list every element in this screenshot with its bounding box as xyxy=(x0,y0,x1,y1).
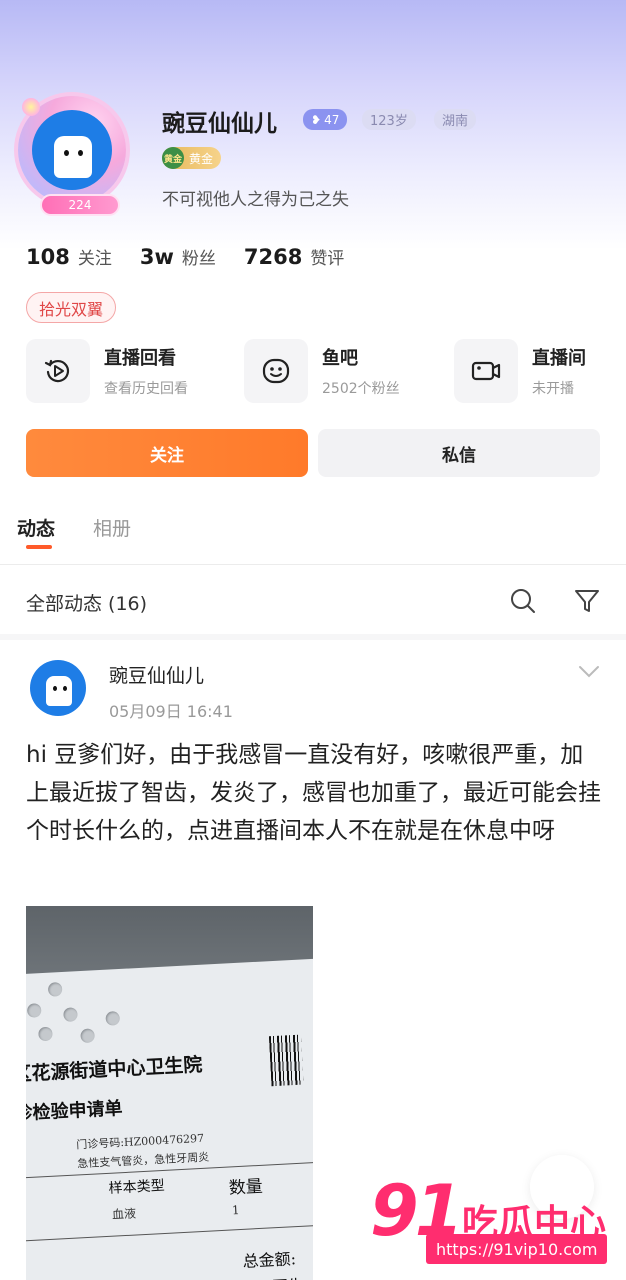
document-col-sample: 样本类型 xyxy=(108,1177,166,1197)
follow-button[interactable]: 关注 xyxy=(26,429,308,477)
document-sample: 血液 xyxy=(111,1206,137,1222)
document-col-qty: 数量 xyxy=(228,1176,264,1199)
feed-filter-title: 全部动态 (16) xyxy=(26,593,148,615)
search-icon[interactable] xyxy=(508,586,538,616)
tab-feed[interactable]: 动态 xyxy=(17,514,55,541)
rank-label: 黄金 xyxy=(189,151,214,166)
feature-title: 直播间 xyxy=(532,348,586,369)
tab-album[interactable]: 相册 xyxy=(93,514,131,541)
stat-label: 粉丝 xyxy=(181,249,216,269)
profile-name: 豌豆仙仙儿 xyxy=(162,111,277,137)
feature-subtitle: 未开播 xyxy=(532,381,574,397)
watermark-logo: 91 吃瓜中心 https://91vip10.com xyxy=(370,1170,626,1280)
stat-fans[interactable]: 3w 粉丝 xyxy=(140,244,216,269)
document-form-title: 诊检验申请单 xyxy=(26,1098,124,1125)
document-paper: 区花源街道中心卫生院 诊检验申请单 门诊号码:HZ000476297 急性支气管… xyxy=(26,957,313,1280)
document-doctor: 医生: xyxy=(271,1272,310,1280)
message-button[interactable]: 私信 xyxy=(318,429,600,477)
stat-following[interactable]: 108 关注 xyxy=(26,244,112,269)
barcode-icon xyxy=(268,1034,304,1087)
feature-fishbar[interactable]: 鱼吧 2502个粉丝 xyxy=(244,339,400,403)
stat-value: 108 xyxy=(26,245,70,269)
feature-title: 鱼吧 xyxy=(322,348,358,369)
active-tab-indicator xyxy=(26,545,52,549)
document-qty: 1 xyxy=(231,1203,240,1218)
divider xyxy=(0,564,626,565)
document-total: 总金额: xyxy=(242,1249,297,1271)
feature-subtitle: 2502个粉丝 xyxy=(322,381,400,397)
feature-live-replay[interactable]: 直播回看 查看历史回看 xyxy=(26,339,188,403)
document-hospital: 区花源街道中心卫生院 xyxy=(26,1053,203,1086)
age-badge: 123岁 xyxy=(362,109,416,130)
fishbar-icon xyxy=(244,339,308,403)
wing-icon: ❥ xyxy=(311,112,322,127)
filter-icon[interactable] xyxy=(572,586,602,616)
stat-value: 3w xyxy=(139,245,174,269)
chevron-down-icon[interactable] xyxy=(578,664,600,678)
section-divider xyxy=(0,634,626,640)
avatar-level-badge: 224 xyxy=(40,194,120,216)
stat-value: 7268 xyxy=(243,245,303,269)
post-author-name[interactable]: 豌豆仙仙儿 xyxy=(109,661,204,688)
feature-title: 直播回看 xyxy=(104,348,176,369)
watermark-url: https://91vip10.com xyxy=(426,1234,608,1264)
replay-icon xyxy=(26,339,90,403)
feature-subtitle: 查看历史回看 xyxy=(104,381,188,397)
live-room-icon xyxy=(454,339,518,403)
profile-stats: 108 关注 3w 粉丝 7268 赞评 xyxy=(26,244,344,269)
feature-live-room[interactable]: 直播间 未开播 xyxy=(454,339,586,403)
avatar[interactable]: 224 xyxy=(18,96,128,216)
post-text: hi 豆爹们好，由于我感冒一直没有好，咳嗽很严重，加上最近拔了智齿，发炎了，感冒… xyxy=(26,742,601,844)
level-badge-value: 47 xyxy=(324,112,340,127)
stat-label: 关注 xyxy=(77,249,112,269)
profile-tag[interactable]: 拾光双翼 xyxy=(26,292,117,323)
stat-likes[interactable]: 7268 赞评 xyxy=(244,244,344,269)
post-timestamp: 05月09日 16:41 xyxy=(109,702,233,721)
level-badge[interactable]: ❥ 47 xyxy=(303,109,348,130)
post-author-avatar[interactable] xyxy=(30,660,86,716)
avatar-image xyxy=(32,110,112,190)
profile-bio: 不可视他人之得为己之失 xyxy=(162,190,349,210)
post-image[interactable]: 区花源街道中心卫生院 诊检验申请单 门诊号码:HZ000476297 急性支气管… xyxy=(26,906,313,1280)
stat-label: 赞评 xyxy=(310,249,345,269)
lollipop-decoration-icon xyxy=(22,98,40,116)
rank-badge[interactable]: 黄金 黄金 xyxy=(162,147,222,169)
location-badge: 湖南 xyxy=(434,109,477,130)
rank-icon: 黄金 xyxy=(162,147,184,169)
